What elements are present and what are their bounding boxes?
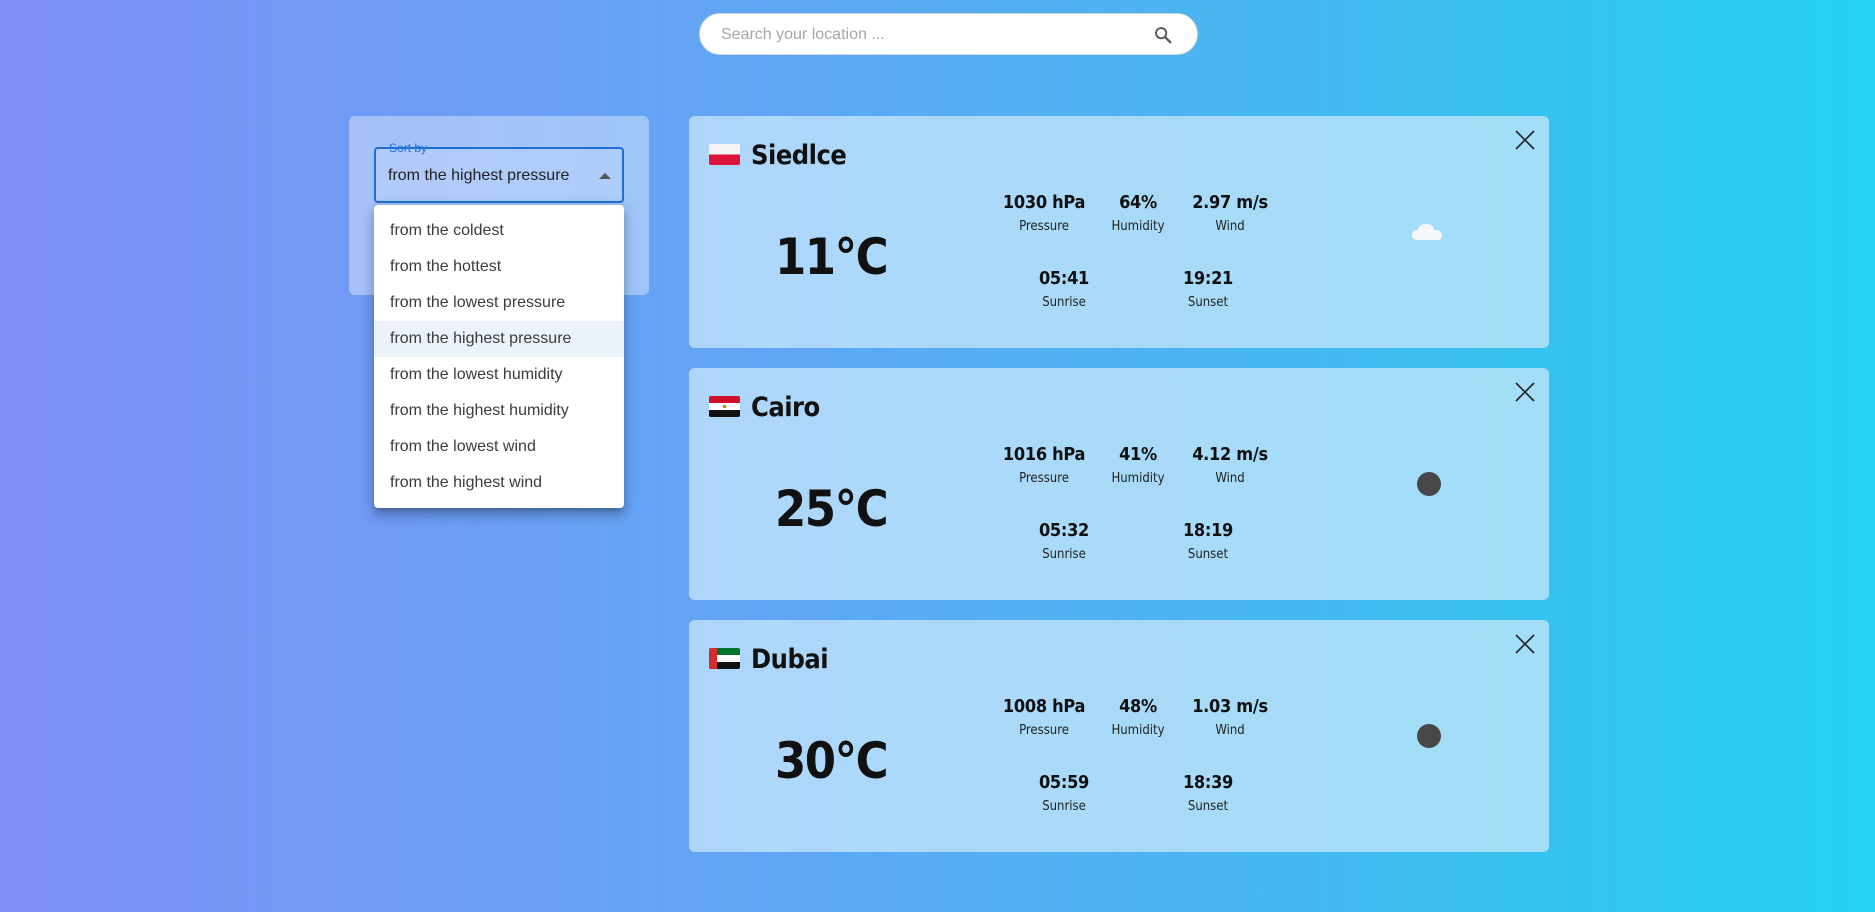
sunrise-value: 05:59 — [1038, 772, 1090, 793]
sunrise-metric: 05:32 Sunrise — [1009, 520, 1119, 562]
city-name: Cairo — [751, 392, 820, 423]
sunrise-label: Sunrise — [1042, 799, 1086, 814]
weather-card-dubai: Dubai 30°C 1008 hPa Pressure 48% Humidit… — [689, 620, 1549, 852]
sort-dropdown-menu: from the coldest from the hottest from t… — [374, 205, 624, 508]
wind-value: 1.03 m/s — [1192, 696, 1268, 717]
cloud-icon — [1412, 224, 1442, 240]
sunset-value: 19:21 — [1182, 268, 1234, 289]
uae-flag-icon — [709, 648, 740, 669]
close-icon[interactable] — [1513, 380, 1537, 404]
weather-card-cairo: Cairo 25°C 1016 hPa Pressure 41% Humidit… — [689, 368, 1549, 600]
sort-selected-value: from the highest pressure — [388, 167, 570, 184]
close-icon[interactable] — [1513, 632, 1537, 656]
sort-option-highest-humidity[interactable]: from the highest humidity — [374, 393, 624, 429]
wind-metric: 4.12 m/s Wind — [1175, 444, 1285, 486]
sunset-label: Sunset — [1187, 799, 1229, 814]
sunrise-metric: 05:41 Sunrise — [1009, 268, 1119, 310]
wind-metric: 1.03 m/s Wind — [1175, 696, 1285, 738]
sunset-metric: 18:39 Sunset — [1153, 772, 1263, 814]
sort-option-lowest-pressure[interactable]: from the lowest pressure — [374, 285, 624, 321]
caret-up-icon[interactable] — [599, 173, 611, 179]
search-icon[interactable] — [1152, 24, 1174, 46]
sunrise-label: Sunrise — [1042, 547, 1086, 562]
sunset-value: 18:19 — [1182, 520, 1234, 541]
close-icon[interactable] — [1513, 128, 1537, 152]
temperature: 25°C — [775, 480, 889, 538]
sort-option-coldest[interactable]: from the coldest — [374, 213, 624, 249]
sort-option-highest-wind[interactable]: from the highest wind — [374, 465, 624, 501]
wind-label: Wind — [1215, 471, 1245, 486]
search-input[interactable] — [719, 23, 1123, 47]
sunset-value: 18:39 — [1182, 772, 1234, 793]
sort-select[interactable]: Sort by from the highest pressure — [374, 141, 624, 203]
sort-option-highest-pressure[interactable]: from the highest pressure — [374, 321, 624, 357]
wind-metric: 2.97 m/s Wind — [1175, 192, 1285, 234]
sunset-metric: 19:21 Sunset — [1153, 268, 1263, 310]
moon-icon — [1417, 472, 1441, 496]
sunrise-metric: 05:59 Sunrise — [1009, 772, 1119, 814]
wind-value: 2.97 m/s — [1192, 192, 1268, 213]
moon-icon — [1417, 724, 1441, 748]
sunrise-value: 05:41 — [1038, 268, 1090, 289]
wind-label: Wind — [1215, 723, 1245, 738]
sort-option-lowest-humidity[interactable]: from the lowest humidity — [374, 357, 624, 393]
sunset-label: Sunset — [1187, 547, 1229, 562]
city-name: Siedlce — [751, 140, 847, 171]
egypt-flag-icon — [709, 396, 740, 417]
sunset-metric: 18:19 Sunset — [1153, 520, 1263, 562]
sort-label: Sort by — [386, 141, 431, 155]
temperature: 11°C — [775, 228, 889, 286]
sunrise-label: Sunrise — [1042, 295, 1086, 310]
sort-option-hottest[interactable]: from the hottest — [374, 249, 624, 285]
wind-value: 4.12 m/s — [1192, 444, 1268, 465]
temperature: 30°C — [775, 732, 889, 790]
sunrise-value: 05:32 — [1038, 520, 1090, 541]
sort-option-lowest-wind[interactable]: from the lowest wind — [374, 429, 624, 465]
weather-card-siedlce: Siedlce 11°C 1030 hPa Pressure 64% Humid… — [689, 116, 1549, 348]
city-name: Dubai — [751, 644, 829, 675]
search-bar — [699, 13, 1198, 55]
sunset-label: Sunset — [1187, 295, 1229, 310]
wind-label: Wind — [1215, 219, 1245, 234]
poland-flag-icon — [709, 144, 740, 165]
